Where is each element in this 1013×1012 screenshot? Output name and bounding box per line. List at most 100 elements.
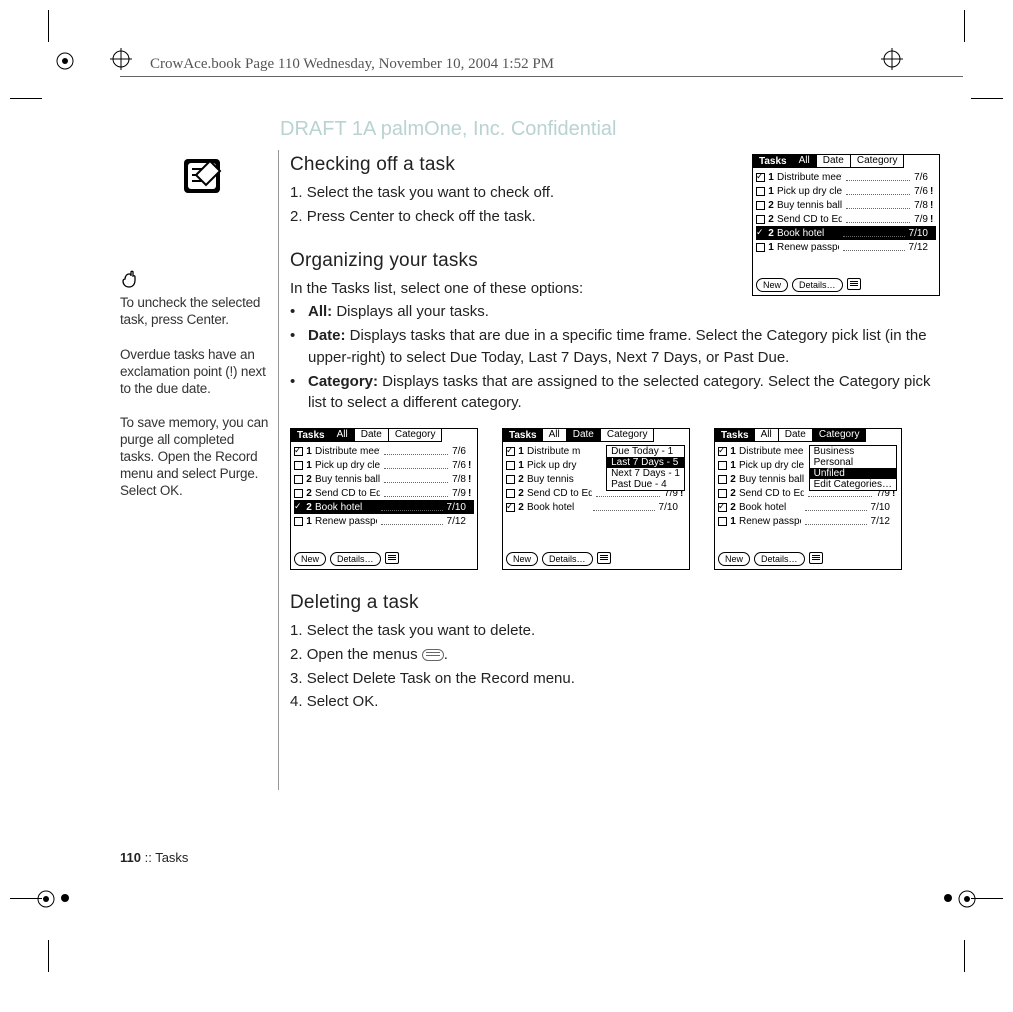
dotted-leader — [381, 503, 443, 511]
task-priority: 1 — [305, 446, 313, 457]
tab-all[interactable]: All — [754, 429, 779, 442]
task-row[interactable]: 2Book hotel7/10 — [294, 500, 474, 514]
new-button[interactable]: New — [718, 552, 750, 566]
step-text: 1. Select the task you want to delete. — [290, 620, 950, 642]
task-checkbox[interactable] — [756, 215, 765, 224]
tab-category[interactable]: Category — [388, 429, 443, 442]
tab-date[interactable]: Date — [778, 429, 813, 442]
crop-mark-icon — [48, 10, 49, 42]
task-checkbox[interactable] — [294, 489, 303, 498]
task-checkbox[interactable] — [294, 447, 303, 456]
details-button[interactable]: Details… — [330, 552, 381, 566]
task-checkbox[interactable] — [756, 187, 765, 196]
task-row[interactable]: 2Book hotel7/10 — [506, 500, 686, 514]
task-row[interactable]: 1Pick up dry cleaning7/6! — [294, 458, 474, 472]
task-row[interactable]: 2Send CD to Eddy7/9! — [294, 486, 474, 500]
task-checkbox[interactable] — [506, 489, 515, 498]
dropdown-item[interactable]: Past Due - 4 — [607, 479, 684, 490]
tasks-app-screenshot-all: Tasks All Date Category 1Distribute meet… — [752, 154, 940, 296]
task-priority: 2 — [305, 488, 313, 499]
task-row[interactable]: 1Renew passport7/12 — [718, 514, 898, 528]
dropdown-item[interactable]: Business — [810, 446, 896, 457]
task-checkbox[interactable] — [506, 461, 515, 470]
task-checkbox[interactable] — [294, 461, 303, 470]
task-row[interactable]: 1Renew passport7/12 — [756, 240, 936, 254]
task-checkbox[interactable] — [756, 243, 765, 252]
task-row[interactable]: 2Book hotel7/10 — [718, 500, 898, 514]
task-row[interactable]: 1Distribute meeting notes7/6 — [294, 444, 474, 458]
task-checkbox[interactable] — [756, 173, 765, 182]
task-checkbox[interactable] — [718, 489, 727, 498]
note-icon[interactable] — [385, 552, 399, 564]
option-text: Displays all your tasks. — [332, 303, 489, 320]
step-body: Select Delete Task on the Record menu. — [307, 670, 575, 687]
note-icon[interactable] — [597, 552, 611, 564]
app-title: Tasks — [715, 429, 755, 442]
bullet-item: • Category: Displays tasks that are assi… — [290, 371, 950, 415]
task-row[interactable]: 2Buy tennis balls7/8! — [294, 472, 474, 486]
dropdown-item[interactable]: Unfiled — [810, 468, 896, 479]
task-checkbox[interactable] — [718, 447, 727, 456]
print-dot-icon — [943, 893, 953, 903]
dropdown-item[interactable]: Next 7 Days - 1 — [607, 468, 684, 479]
details-button[interactable]: Details… — [542, 552, 593, 566]
task-checkbox[interactable] — [294, 475, 303, 484]
task-text: Book hotel — [739, 502, 801, 513]
dropdown-item[interactable]: Last 7 Days - 5 — [607, 457, 684, 468]
task-checkbox[interactable] — [756, 201, 765, 210]
task-row[interactable]: 1Renew passport7/12 — [294, 514, 474, 528]
option-label: Category: — [308, 373, 378, 390]
details-button[interactable]: Details… — [792, 278, 843, 292]
dropdown-item[interactable]: Personal — [810, 457, 896, 468]
task-checkbox[interactable] — [294, 503, 303, 512]
dotted-leader — [846, 201, 911, 209]
task-checkbox[interactable] — [718, 503, 727, 512]
task-checkbox[interactable] — [294, 517, 303, 526]
task-priority: 2 — [305, 502, 313, 513]
task-date: 7/6 — [452, 460, 466, 471]
task-priority: 2 — [517, 502, 525, 513]
new-button[interactable]: New — [756, 278, 788, 292]
details-button[interactable]: Details… — [754, 552, 805, 566]
task-checkbox[interactable] — [506, 447, 515, 456]
tab-all[interactable]: All — [792, 155, 817, 168]
task-checkbox[interactable] — [756, 229, 765, 238]
task-text: Distribute meeting notes — [777, 172, 842, 183]
dotted-leader — [384, 489, 449, 497]
note-icon[interactable] — [809, 552, 823, 564]
dropdown-item[interactable]: Due Today - 1 — [607, 446, 684, 457]
step-body: Press Center to check off the task. — [307, 208, 536, 225]
new-button[interactable]: New — [506, 552, 538, 566]
task-row[interactable]: 2Book hotel7/10 — [756, 226, 936, 240]
new-button[interactable]: New — [294, 552, 326, 566]
category-filter-dropdown[interactable]: BusinessPersonalUnfiledEdit Categories… — [809, 445, 897, 491]
crop-mark-icon — [964, 10, 965, 42]
task-date: 7/10 — [447, 502, 466, 513]
note-icon[interactable] — [847, 278, 861, 290]
tip-text: To uncheck the selected task, press Cent… — [120, 295, 270, 329]
tab-all[interactable]: All — [542, 429, 567, 442]
tab-category[interactable]: Category — [812, 429, 867, 442]
task-checkbox[interactable] — [718, 461, 727, 470]
task-checkbox[interactable] — [718, 517, 727, 526]
task-checkbox[interactable] — [718, 475, 727, 484]
tab-all[interactable]: All — [330, 429, 355, 442]
task-date: 7/12 — [447, 516, 466, 527]
step-text: 3. Select Delete Task on the Record menu… — [290, 668, 950, 690]
tab-category[interactable]: Category — [600, 429, 655, 442]
tab-date[interactable]: Date — [816, 155, 851, 168]
tab-date[interactable]: Date — [354, 429, 389, 442]
dropdown-item[interactable]: Edit Categories… — [810, 479, 896, 490]
step-text: 2. Press Center to check off the task. — [290, 206, 690, 228]
task-row[interactable]: 2Send CD to Eddy7/9! — [756, 212, 936, 226]
date-filter-dropdown[interactable]: Due Today - 1Last 7 Days - 5Next 7 Days … — [606, 445, 685, 491]
tab-category[interactable]: Category — [850, 155, 905, 168]
tab-date[interactable]: Date — [566, 429, 601, 442]
task-checkbox[interactable] — [506, 503, 515, 512]
overdue-icon: ! — [930, 200, 936, 211]
task-row[interactable]: 1Distribute meeting notes7/6 — [756, 170, 936, 184]
task-row[interactable]: 1Pick up dry cleaning7/6! — [756, 184, 936, 198]
task-row[interactable]: 2Buy tennis balls7/8! — [756, 198, 936, 212]
task-date: 7/6 — [914, 186, 928, 197]
task-checkbox[interactable] — [506, 475, 515, 484]
